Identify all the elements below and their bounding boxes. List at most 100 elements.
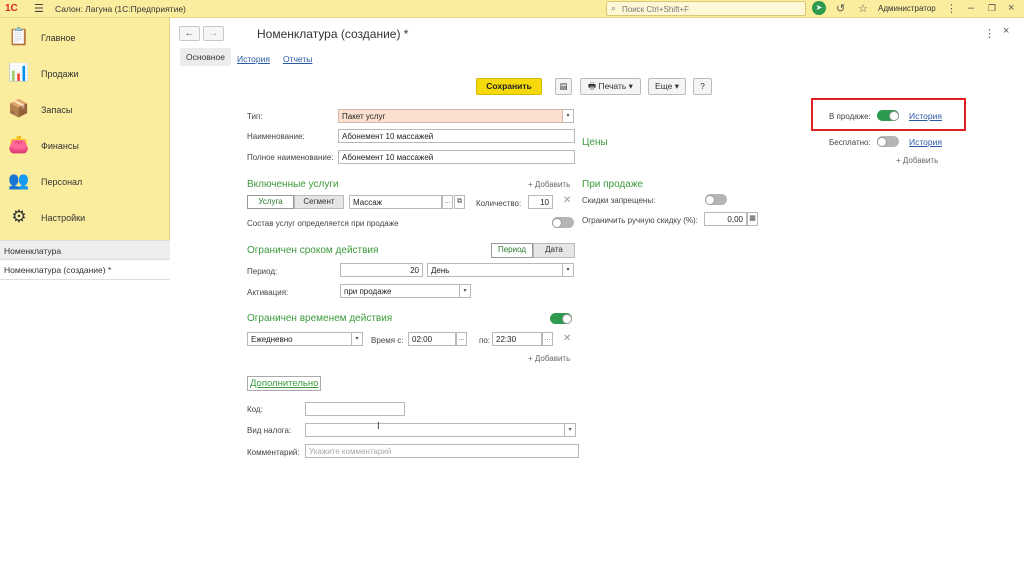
code-field[interactable] [305, 402, 405, 416]
ellipsis-icon[interactable]: … [456, 332, 467, 346]
additional-heading[interactable]: Дополнительно [247, 376, 322, 391]
calculator-icon[interactable]: ▦ [747, 212, 758, 226]
tab-history[interactable]: История [237, 54, 270, 64]
sidebar-item-label: Главное [41, 33, 76, 43]
activation-select[interactable]: при продаже [340, 284, 460, 298]
free-toggle[interactable] [877, 136, 899, 147]
sidebar-item-stock[interactable]: 📦 Запасы [0, 92, 170, 128]
printer-icon: 🖶 [588, 81, 597, 91]
open-windows-list: Номенклатура Номенклатура (создание) * [0, 240, 170, 573]
open-window-item[interactable]: Номенклатура [0, 240, 170, 260]
composition-toggle[interactable] [552, 217, 574, 228]
app-logo: 1С [5, 3, 18, 14]
print-button[interactable]: 🖶 Печать ▾ [580, 78, 641, 95]
open-icon[interactable]: ⧉ [454, 195, 465, 209]
included-add-link[interactable]: + Добавить [528, 180, 570, 189]
sidebar-item-staff[interactable]: 👥 Персонал [0, 164, 170, 200]
open-window-item-active[interactable]: Номенклатура (создание) * [0, 260, 170, 280]
history-icon[interactable]: ↺ [836, 2, 845, 15]
chevron-down-icon[interactable]: ▾ [563, 263, 574, 277]
seg-date[interactable]: Дата [533, 243, 575, 258]
seg-service[interactable]: Услуга [247, 195, 294, 209]
prices-add-link[interactable]: + Добавить [896, 156, 938, 165]
type-label: Тип: [247, 112, 263, 121]
clear-icon[interactable]: ✕ [563, 195, 571, 206]
search-icon: ⌕ [611, 3, 617, 13]
notification-icon[interactable]: ➤ [812, 1, 826, 15]
close-icon[interactable]: × [1008, 2, 1014, 14]
help-button[interactable]: ? [693, 78, 712, 95]
included-services-heading: Включенные услуги [247, 179, 339, 190]
chevron-down-icon[interactable]: ▾ [565, 423, 576, 437]
period-limit-heading: Ограничен сроком действия [247, 245, 379, 256]
back-button[interactable]: ← [179, 26, 200, 41]
sidebar-item-label: Финансы [41, 141, 79, 151]
manual-discount-label: Ограничить ручную скидку (%): [582, 216, 698, 225]
free-label: Бесплатно: [829, 138, 871, 147]
clear-icon[interactable]: ✕ [563, 333, 571, 344]
more-label: Еще [655, 81, 673, 91]
clipboard-icon: 📋 [8, 27, 30, 46]
time-from-field[interactable]: 02:00 [408, 332, 456, 346]
discounts-forbidden-toggle[interactable] [705, 194, 727, 205]
time-to-field[interactable]: 22:30 [492, 332, 542, 346]
tax-select[interactable] [305, 423, 565, 437]
chart-icon: 📊 [8, 63, 30, 82]
period-label: Период: [247, 267, 278, 276]
menu-icon[interactable]: ☰ [34, 2, 44, 15]
sidebar-item-finance[interactable]: 👛 Финансы [0, 128, 170, 164]
document-icon[interactable]: ▤ [555, 78, 572, 95]
sidebar-item-settings[interactable]: ⚙ Настройки [0, 200, 170, 236]
schedule-select[interactable]: Ежедневно [247, 332, 352, 346]
more-icon[interactable]: ⋮ [946, 2, 957, 15]
period-field[interactable]: 20 [340, 263, 423, 277]
restore-icon[interactable]: ❐ [988, 3, 996, 14]
ellipsis-icon[interactable]: … [442, 195, 453, 209]
chevron-down-icon[interactable]: ▾ [352, 332, 363, 346]
more-button[interactable]: Еще ▾ [648, 78, 686, 95]
search-input[interactable] [622, 3, 802, 15]
form-more-icon[interactable]: ⋮ [984, 27, 995, 40]
chevron-down-icon[interactable]: ▾ [563, 109, 574, 123]
manual-discount-field[interactable]: 0,00 [704, 212, 747, 226]
sidebar-item-label: Запасы [41, 105, 73, 115]
comment-label: Комментарий: [247, 448, 300, 457]
gear-icon: ⚙ [11, 207, 27, 226]
period-unit-select[interactable]: День [427, 263, 563, 277]
tab-reports[interactable]: Отчеты [283, 54, 312, 64]
service-field[interactable]: Массаж [349, 195, 442, 209]
sidebar-item-label: Персонал [41, 177, 83, 187]
time-limit-toggle[interactable] [550, 313, 572, 324]
sidebar-item-main[interactable]: 📋 Главное [0, 20, 170, 56]
minimize-icon[interactable]: – [968, 2, 974, 14]
save-button[interactable]: Сохранить [476, 78, 542, 95]
global-search[interactable]: ⌕ [606, 1, 806, 16]
fullname-label: Полное наименование: [247, 153, 334, 162]
name-field[interactable]: Абонемент 10 массажей [338, 129, 575, 143]
time-add-link[interactable]: + Добавить [528, 354, 570, 363]
wallet-icon: 👛 [8, 135, 30, 154]
app-title: Салон: Лагуна (1С:Предприятие) [55, 4, 186, 14]
user-name[interactable]: Администратор [878, 4, 936, 13]
print-label: Печать [598, 81, 627, 91]
seg-segment[interactable]: Сегмент [294, 195, 344, 209]
seg-period[interactable]: Период [491, 243, 533, 258]
favorites-star-icon[interactable]: ☆ [858, 2, 868, 15]
sidebar-item-sales[interactable]: 📊 Продажи [0, 56, 170, 92]
forward-button[interactable]: → [203, 26, 224, 41]
comment-field[interactable]: Укажите комментарий [305, 444, 579, 458]
fullname-field[interactable]: Абонемент 10 массажей [338, 150, 575, 164]
time-limit-heading: Ограничен временем действия [247, 313, 393, 324]
tab-main[interactable]: Основное [180, 48, 231, 66]
qty-field[interactable]: 10 [528, 195, 553, 209]
highlight-frame [811, 98, 966, 131]
ellipsis-icon[interactable]: … [542, 332, 553, 346]
chevron-down-icon[interactable]: ▾ [460, 284, 471, 298]
time-to-label: по: [479, 336, 491, 345]
type-select[interactable]: Пакет услуг [338, 109, 563, 123]
form-close-icon[interactable]: × [1003, 25, 1009, 37]
people-icon: 👥 [8, 171, 30, 190]
discounts-forbidden-label: Скидки запрещены: [582, 196, 656, 205]
prices-heading: Цены [582, 137, 608, 148]
free-history-link[interactable]: История [909, 137, 942, 147]
